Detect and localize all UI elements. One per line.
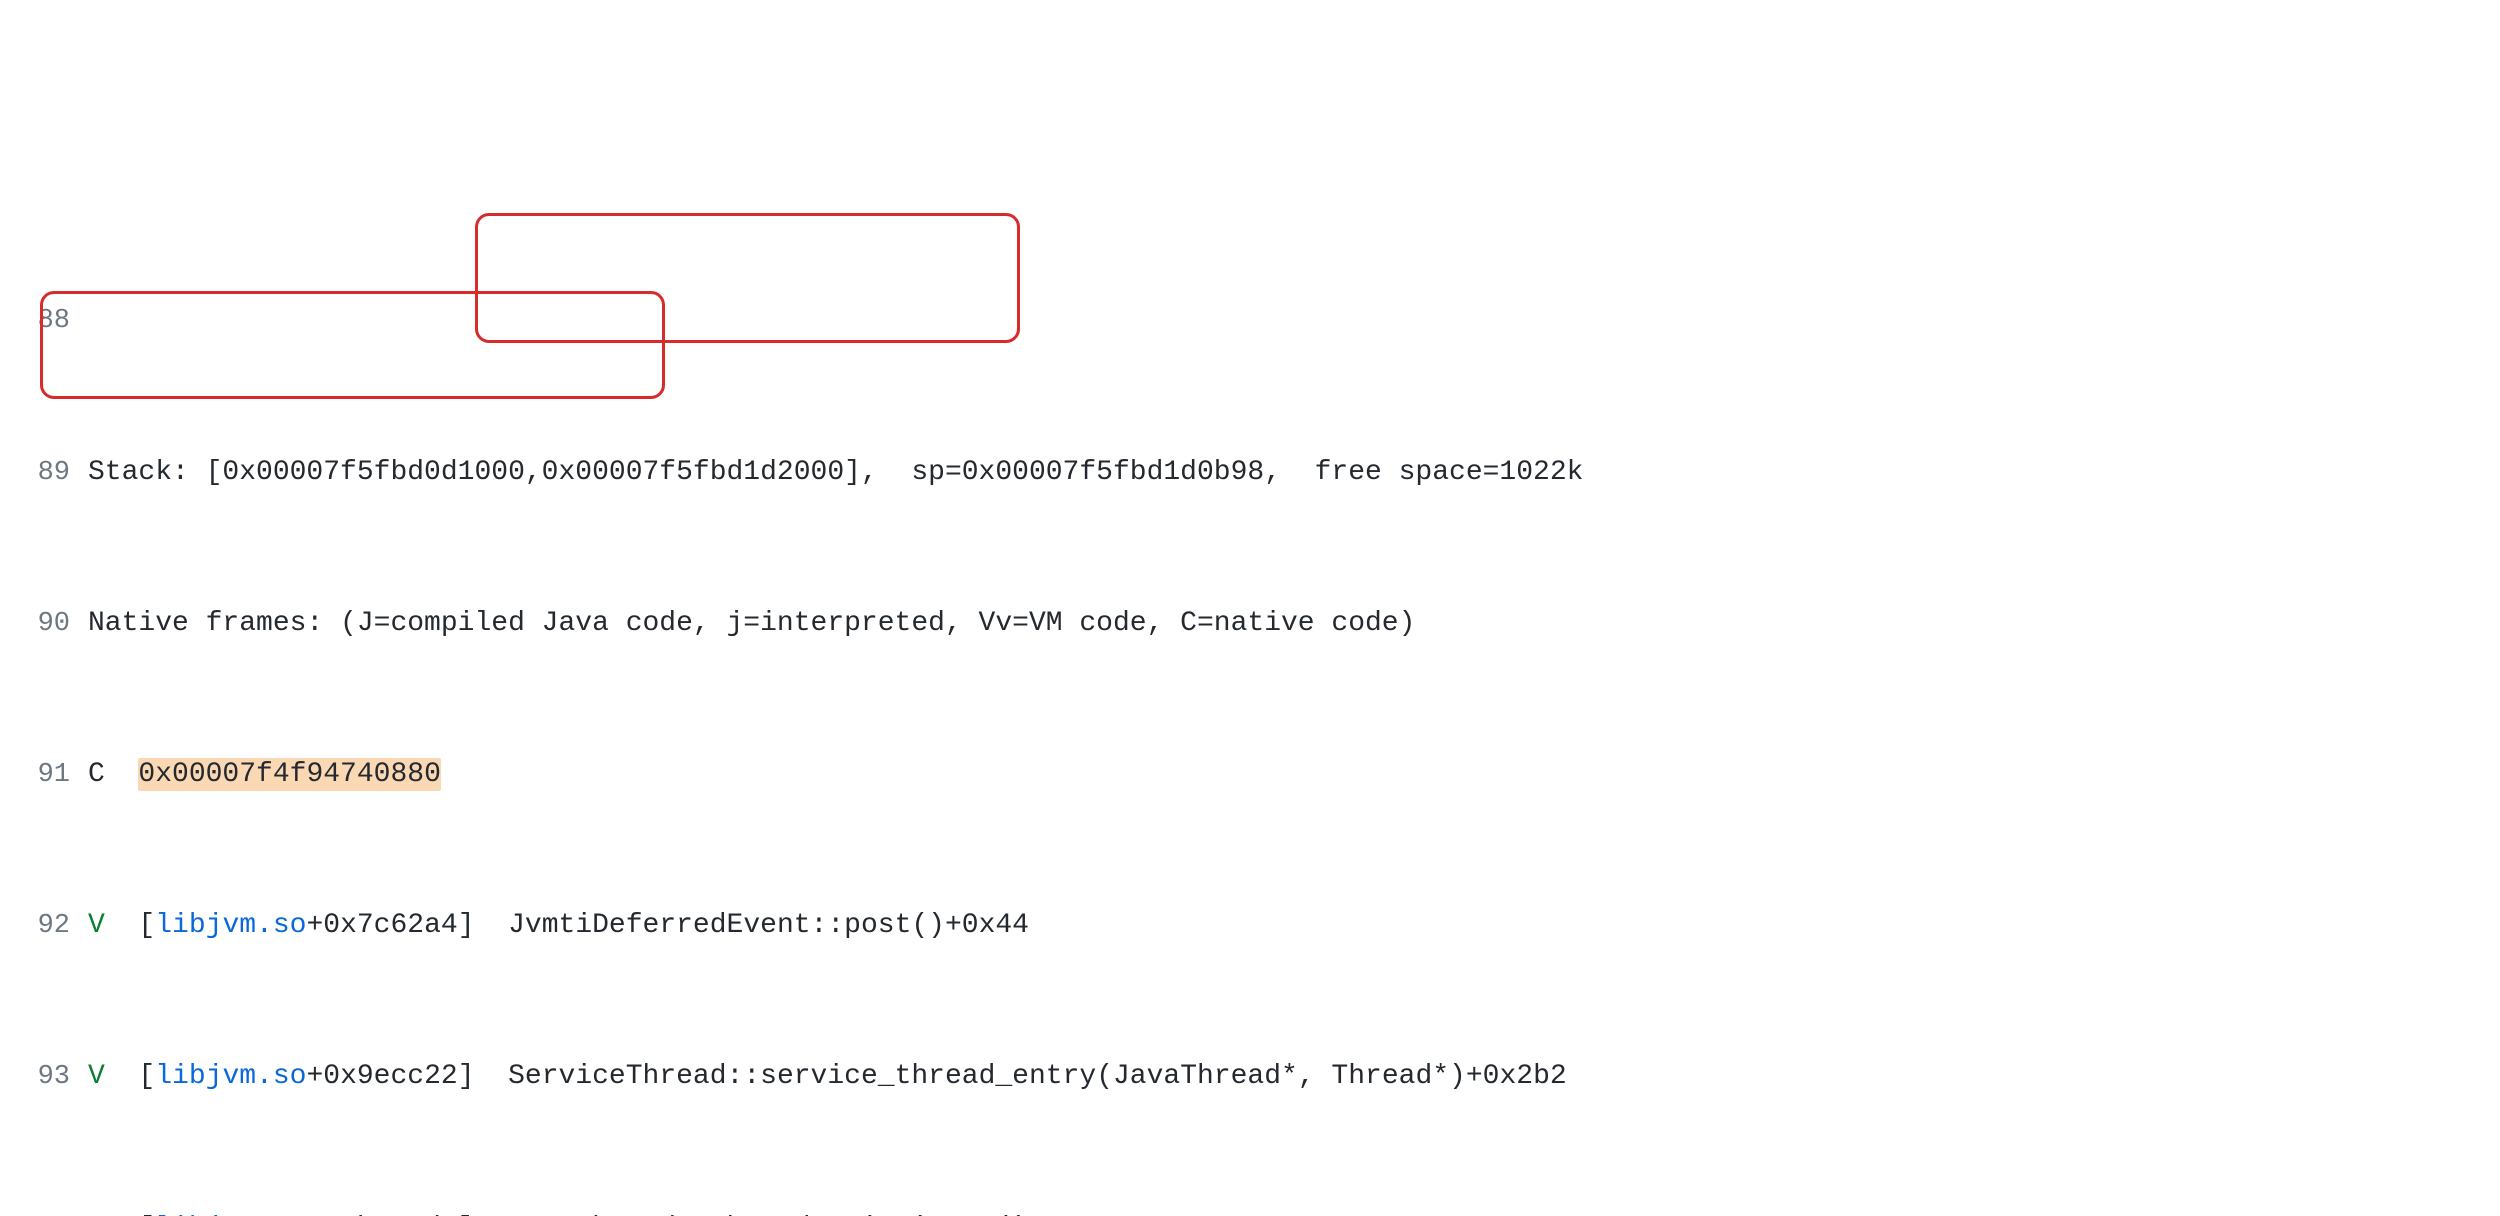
code-block: 88 89 Stack: [0x00007f5fbd0d1000,0x00007… [0,189,2500,1216]
line-number: 90 [0,606,88,642]
highlighted-address: 0x00007f4f94740880 [138,758,440,791]
line-number: 88 [0,303,88,339]
text: +0x9ecc22] ServiceThread::service_thread… [306,1061,1566,1092]
text: [ [105,1213,155,1216]
library-link[interactable]: libjvm.so [155,1061,306,1092]
code-line: 93 V [libjvm.so+0x9ecc22] ServiceThread:… [0,1058,2500,1096]
code-content: Native frames: (J=compiled Java code, j=… [88,605,1415,643]
text: +0xb0e4d2] JavaThread::thread_main_inner… [306,1213,1129,1216]
text: C [88,759,138,790]
code-line: 90 Native frames: (J=compiled Java code,… [0,605,2500,643]
text: +0x7c62a4] JvmtiDeferredEvent::post()+0x… [306,910,1029,941]
code-content: C 0x00007f4f94740880 [88,756,441,794]
text: [ [105,910,155,941]
code-line: 94 V [libjvm.so+0xb0e4d2] JavaThread::th… [0,1210,2500,1216]
code-content: Stack: [0x00007f5fbd0d1000,0x00007f5fbd1… [88,454,1583,492]
line-number: 89 [0,455,88,491]
library-link[interactable]: libjvm.so [155,1213,306,1216]
line-number: 92 [0,908,88,944]
frame-type-vm: V [88,910,105,941]
code-line: 89 Stack: [0x00007f5fbd0d1000,0x00007f5f… [0,454,2500,492]
code-content: V [libjvm.so+0xb0e4d2] JavaThread::threa… [88,1210,1130,1216]
frame-type-vm: V [88,1061,105,1092]
code-line: 92 V [libjvm.so+0x7c62a4] JvmtiDeferredE… [0,907,2500,945]
code-line: 88 [0,302,2500,340]
frame-type-vm: V [88,1213,105,1216]
line-number: 94 [0,1211,88,1216]
code-line: 91 C 0x00007f4f94740880 [0,756,2500,794]
library-link[interactable]: libjvm.so [155,910,306,941]
line-number: 93 [0,1059,88,1095]
code-content: V [libjvm.so+0x7c62a4] JvmtiDeferredEven… [88,907,1029,945]
line-number: 91 [0,757,88,793]
text: [ [105,1061,155,1092]
code-content [88,302,105,340]
code-content: V [libjvm.so+0x9ecc22] ServiceThread::se… [88,1058,1567,1096]
